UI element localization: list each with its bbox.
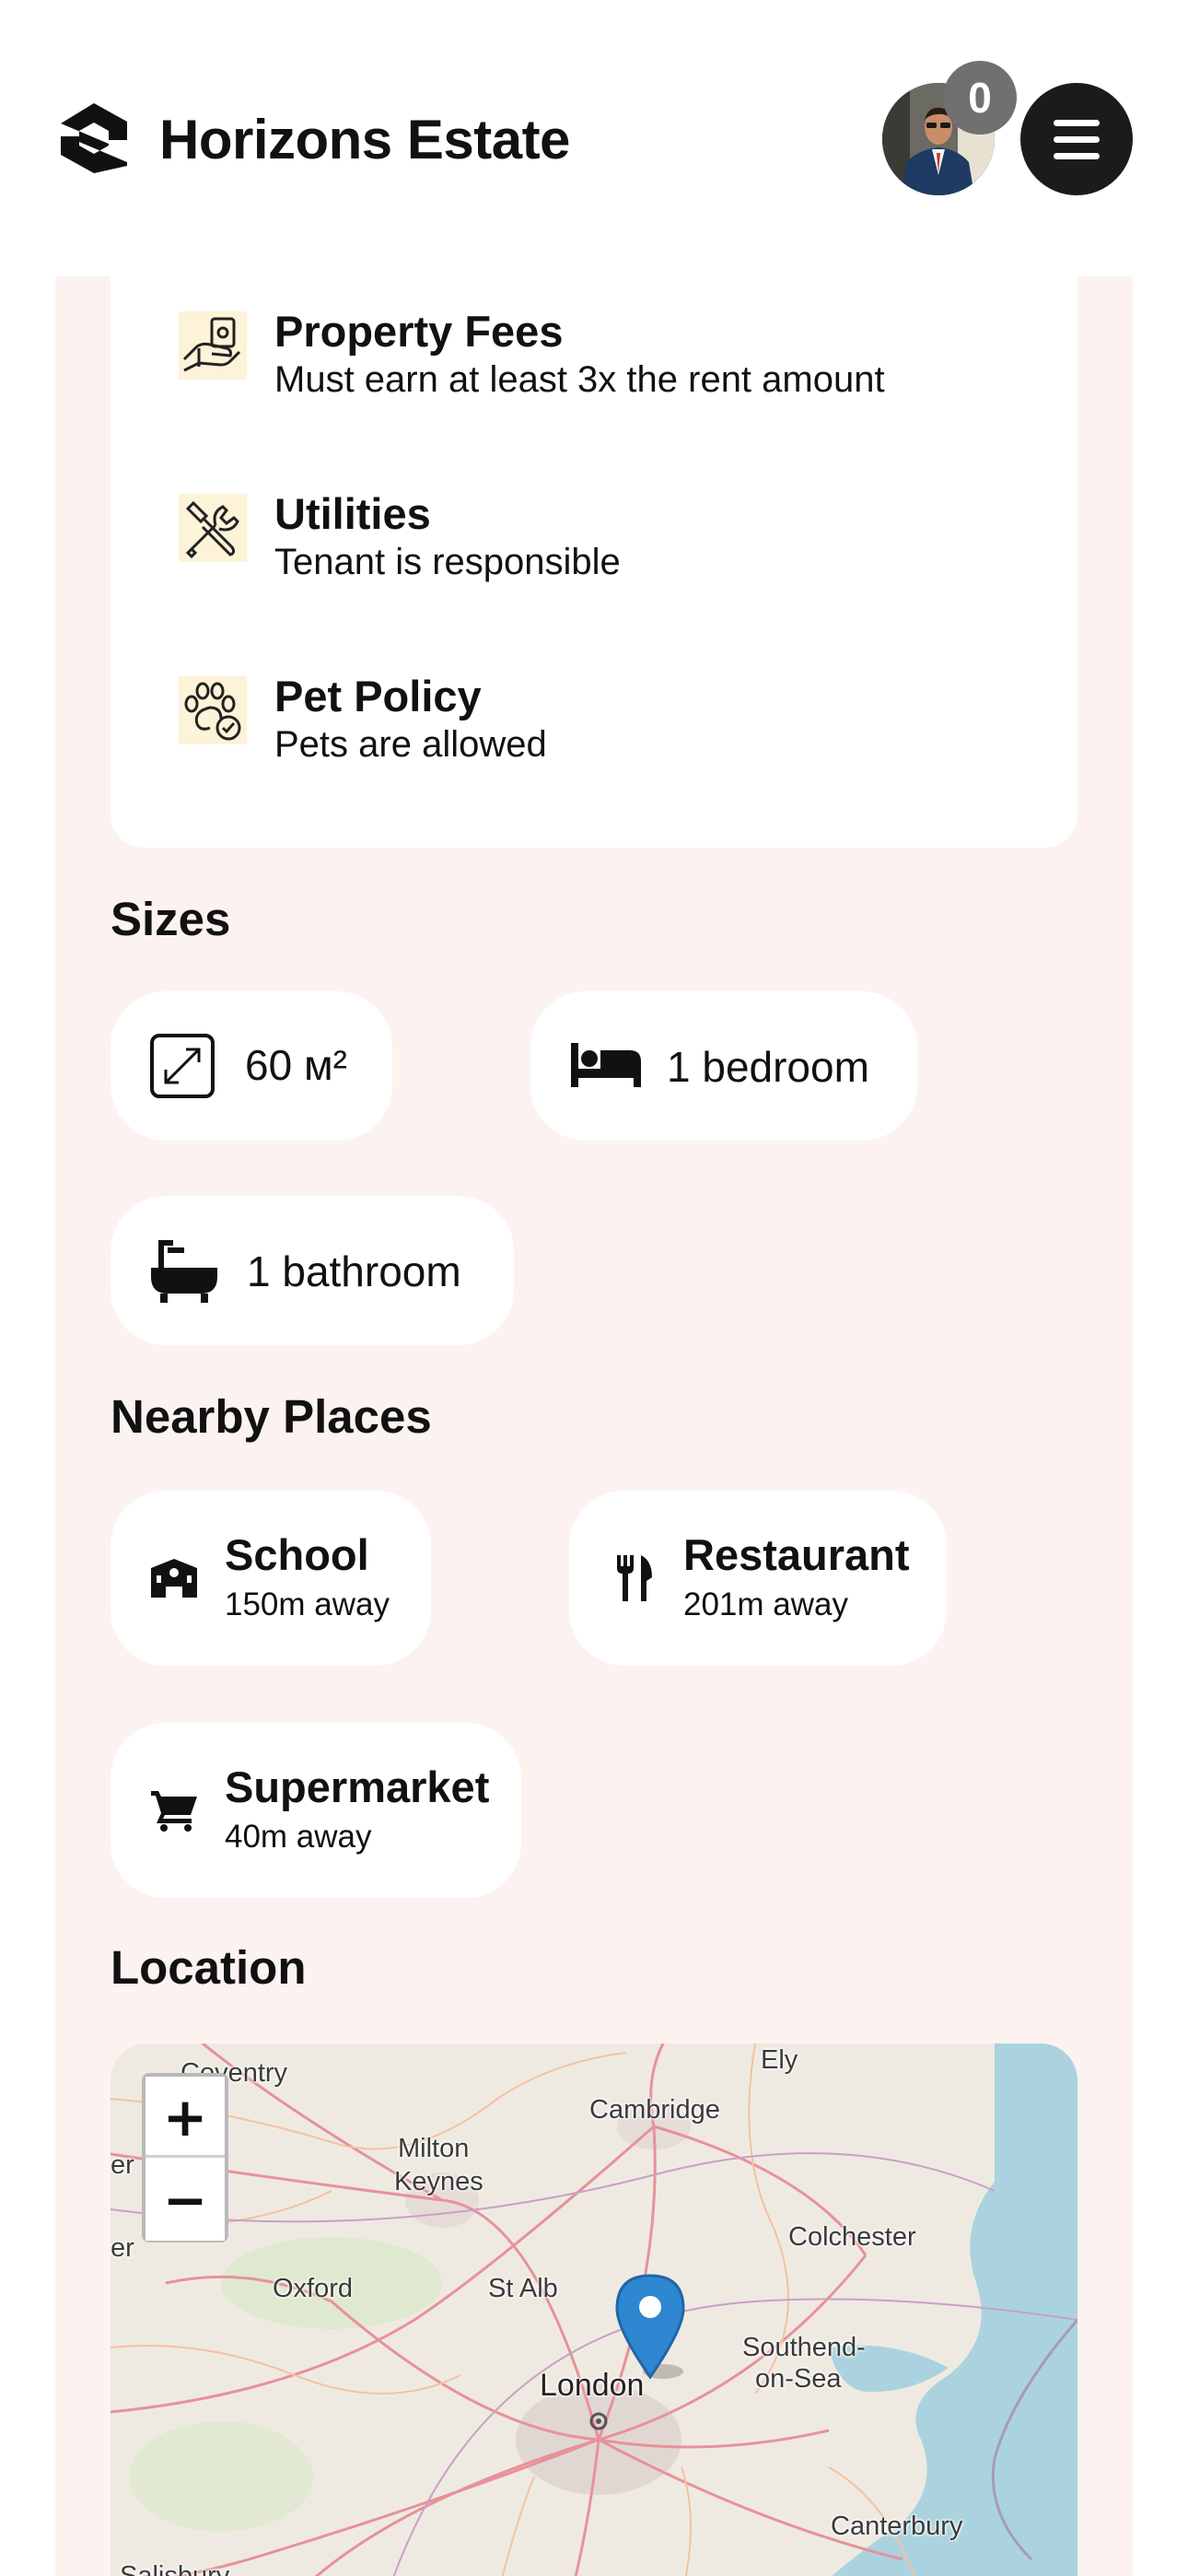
menu-icon-line-1 [1054,120,1100,126]
map-label-colchester: Colchester [788,2222,916,2252]
place-name: Supermarket [225,1762,490,1811]
rule-property-fees: Property Fees Must earn at least 3x the … [179,306,1044,407]
tools-icon [179,494,247,562]
size-bathrooms-chip: 1 bathroom [111,1196,514,1345]
map-zoom-control: + − [142,2073,228,2242]
map-label-milton: Milton [398,2134,470,2163]
rules-card: Property Fees Must earn at least 3x the … [111,276,1077,848]
location-map[interactable]: Coventry Ely Cambridge Milton Keynes Col… [111,2043,1077,2576]
rule-title: Pet Policy [274,672,482,720]
location-title: Location [111,1941,307,1994]
resize-icon [150,1034,215,1098]
zoom-in-button[interactable]: + [146,2077,225,2158]
app-header: Horizons Estate 0 [0,0,1188,276]
rule-title: Utilities [274,489,431,538]
map-marker-icon[interactable] [615,2274,685,2381]
rule-text: Must earn at least 3x the rent amount [274,359,885,400]
map-label-st-albans: St Alb [488,2274,558,2303]
nearby-places-title: Nearby Places [111,1390,432,1443]
place-name: School [225,1530,369,1579]
map-label-cambridge: Cambridge [589,2095,720,2125]
map-label-salisbury: Salisbury [120,2561,230,2576]
size-area-label: 60 м² [245,1041,347,1089]
size-area-chip: 60 м² [111,991,392,1141]
school-icon [151,1559,197,1598]
map-label-on-sea: on-Sea [755,2364,842,2394]
sizes-title: Sizes [111,893,231,945]
bathtub-icon [151,1240,217,1303]
menu-icon-line-3 [1054,153,1100,159]
bed-icon [571,1043,641,1087]
nearby-place-school[interactable]: School 150m away [111,1491,431,1666]
menu-button[interactable] [1020,83,1133,195]
money-hand-icon [179,311,247,380]
logo-icon[interactable] [53,98,134,179]
rule-title: Property Fees [274,307,564,356]
rule-utilities: Utilities Tenant is responsible [179,488,1044,590]
property-details-panel: Property Fees Must earn at least 3x the … [55,276,1133,2576]
size-bedrooms-label: 1 bedroom [667,1043,869,1091]
paw-check-icon [179,676,247,744]
fork-knife-icon [617,1555,652,1601]
rule-text: Tenant is responsible [274,542,621,582]
map-label-oxford: Oxford [273,2274,354,2303]
size-bathrooms-label: 1 bathroom [247,1247,461,1295]
zoom-out-button[interactable]: − [146,2160,225,2241]
cart-icon [151,1791,197,1832]
menu-icon-line-2 [1054,136,1100,143]
place-distance: 201m away [683,1587,848,1622]
rule-pet-policy: Pet Policy Pets are allowed [179,671,1044,772]
map-label-keynes: Keynes [394,2167,483,2196]
nearby-place-supermarket[interactable]: Supermarket 40m away [111,1723,521,1898]
map-label-edge-1: er [111,2150,134,2180]
map-label-canterbury: Canterbury [831,2512,963,2541]
size-bedrooms-chip: 1 bedroom [530,991,917,1141]
place-distance: 150m away [225,1587,390,1622]
notification-badge: 0 [943,61,1017,135]
place-distance: 40m away [225,1819,372,1855]
brand-name[interactable]: Horizons Estate [159,103,570,177]
map-label-ely: Ely [761,2045,798,2075]
nearby-place-restaurant[interactable]: Restaurant 201m away [569,1491,947,1666]
place-name: Restaurant [683,1530,910,1579]
map-label-edge-2: er [111,2233,134,2263]
rule-text: Pets are allowed [274,724,547,765]
map-label-southend: Southend- [742,2333,866,2362]
